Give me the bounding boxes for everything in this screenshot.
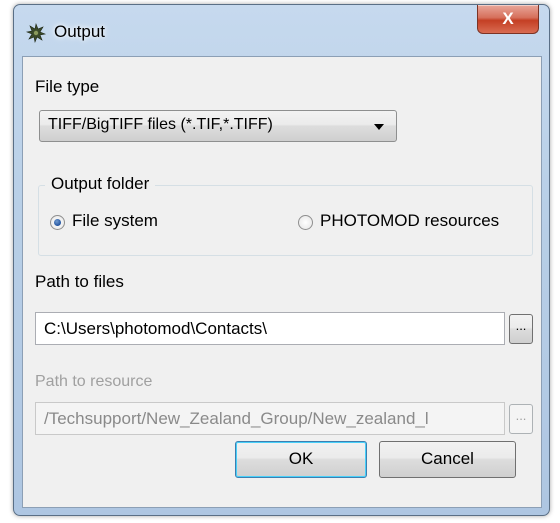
path-to-resource-input[interactable]: /Techsupport/New_Zealand_Group/New_zeala… (35, 402, 505, 435)
path-to-resource-value: /Techsupport/New_Zealand_Group/New_zeala… (44, 409, 429, 428)
file-system-radio[interactable] (50, 215, 65, 230)
output-dialog: Output X File type TIFF/BigTIFF files (*… (13, 4, 550, 516)
file-type-select[interactable]: TIFF/BigTIFF files (*.TIF,*.TIFF) (39, 110, 397, 142)
file-type-label: File type (35, 77, 100, 96)
ellipsis-icon: ... (515, 408, 527, 423)
title-bar[interactable]: Output X (14, 5, 549, 56)
window-title: Output (54, 22, 106, 41)
browse-resource-button[interactable]: ... (509, 404, 533, 434)
dialog-body: File type TIFF/BigTIFF files (*.TIF,*.TI… (22, 56, 542, 508)
output-folder-legend: Output folder (45, 174, 156, 194)
path-to-files-input[interactable]: C:\Users\photomod\Contacts\ (35, 312, 505, 345)
ellipsis-icon: ... (515, 318, 527, 333)
path-to-files-label: Path to files (35, 272, 124, 291)
photomod-resources-radio-label[interactable]: PHOTOMOD resources (320, 211, 499, 231)
file-system-radio-label[interactable]: File system (72, 211, 158, 231)
path-to-files-value: C:\Users\photomod\Contacts\ (44, 319, 267, 338)
close-button[interactable]: X (477, 5, 539, 34)
chevron-down-icon (374, 124, 384, 130)
file-type-selected-value: TIFF/BigTIFF files (*.TIF,*.TIFF) (48, 116, 273, 133)
ok-button[interactable]: OK (235, 441, 367, 478)
browse-files-button[interactable]: ... (509, 314, 533, 344)
cancel-button[interactable]: Cancel (379, 441, 516, 478)
close-icon: X (502, 9, 514, 28)
photomod-resources-radio[interactable] (298, 215, 313, 230)
photomod-app-icon (25, 22, 47, 44)
path-to-resource-label: Path to resource (35, 373, 153, 390)
